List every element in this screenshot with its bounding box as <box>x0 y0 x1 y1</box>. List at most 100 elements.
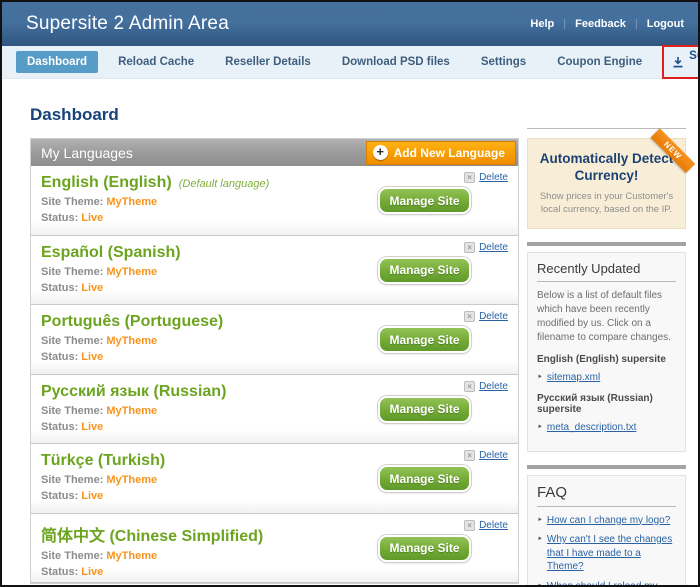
site-theme-value: MyTheme <box>106 335 157 347</box>
tab-download-psd-files[interactable]: Download PSD files <box>331 51 461 73</box>
faq-title: FAQ <box>537 484 676 507</box>
recently-updated-groups: English (English) supersite‣sitemap.xmlР… <box>537 354 676 435</box>
header-link-help[interactable]: Help <box>530 18 554 30</box>
manage-site-button[interactable]: Manage Site <box>378 326 471 353</box>
tab-dashboard[interactable]: Dashboard <box>16 51 98 73</box>
admin-page: Supersite 2 Admin Area Help|Feedback|Log… <box>0 0 700 587</box>
site-theme-label: Site Theme: <box>41 266 103 278</box>
tab-reload-cache[interactable]: Reload Cache <box>107 51 205 73</box>
site-theme-label: Site Theme: <box>41 474 103 486</box>
my-languages-header: My Languages + Add New Language <box>31 138 518 166</box>
language-name: Русский язык (Russian) <box>41 383 226 400</box>
site-theme-value: MyTheme <box>106 266 157 278</box>
promo-body: Show prices in your Customer's local cur… <box>536 190 677 217</box>
my-languages-title: My Languages <box>41 145 133 161</box>
file-group-heading: English (English) supersite <box>537 354 676 365</box>
status-value: Live <box>81 566 103 578</box>
language-row: 简体中文 (Chinese Simplified) Site Theme:MyT… <box>31 514 518 584</box>
site-theme-value: MyTheme <box>106 474 157 486</box>
delete-x-icon: × <box>464 242 475 253</box>
link-row: ‣ sitemap.xml <box>537 371 676 385</box>
file-link[interactable]: meta_description.txt <box>547 421 637 435</box>
language-row: Español (Spanish) Site Theme:MyTheme Sta… <box>31 236 518 306</box>
divider <box>527 465 686 469</box>
status-value: Live <box>81 421 103 433</box>
plus-icon: + <box>373 145 388 160</box>
site-theme-value: MyTheme <box>106 196 157 208</box>
tab-coupon-engine[interactable]: Coupon Engine <box>546 51 653 73</box>
status-label: Status: <box>41 212 78 224</box>
delete-x-icon: × <box>464 172 475 183</box>
sidebar: NEW Automatically Detect Currency! Show … <box>527 128 686 587</box>
delete-link[interactable]: × Delete <box>464 172 508 183</box>
add-new-language-button[interactable]: + Add New Language <box>366 141 516 165</box>
delete-label: Delete <box>479 450 508 461</box>
delete-label: Delete <box>479 520 508 531</box>
status-value: Live <box>81 351 103 363</box>
arrow-bullet-icon: ‣ <box>537 514 543 528</box>
supersite1-files-button[interactable]: SuperSite 1 Files <box>662 45 700 79</box>
status-value: Live <box>81 212 103 224</box>
site-theme-label: Site Theme: <box>41 550 103 562</box>
delete-label: Delete <box>479 172 508 183</box>
site-theme-label: Site Theme: <box>41 196 103 208</box>
header-link-logout[interactable]: Logout <box>647 18 684 30</box>
manage-site-button[interactable]: Manage Site <box>378 465 471 492</box>
delete-link[interactable]: × Delete <box>464 242 508 253</box>
main-nav: Dashboard Reload Cache Reseller Details Dow… <box>2 46 698 79</box>
site-theme-label: Site Theme: <box>41 405 103 417</box>
divider <box>527 242 686 246</box>
faq-link[interactable]: When should I reload my supersite Cache? <box>547 580 676 587</box>
recently-updated-description: Below is a list of default files which h… <box>537 289 676 344</box>
delete-x-icon: × <box>464 520 475 531</box>
page-title: Dashboard <box>30 105 686 125</box>
language-row: Türkçe (Turkish) Site Theme:MyTheme Stat… <box>31 444 518 514</box>
tab-reseller-details[interactable]: Reseller Details <box>214 51 322 73</box>
faq-links: ‣How can I change my logo?‣Why can't I s… <box>537 514 676 587</box>
download-icon <box>672 56 684 68</box>
separator: | <box>563 18 566 30</box>
manage-site-button[interactable]: Manage Site <box>378 535 471 562</box>
status-label: Status: <box>41 282 78 294</box>
language-name: Português (Portuguese) <box>41 313 223 330</box>
faq-link[interactable]: Why can't I see the changes that I have … <box>547 533 676 574</box>
link-row: ‣When should I reload my supersite Cache… <box>537 580 676 587</box>
delete-link[interactable]: × Delete <box>464 381 508 392</box>
delete-link[interactable]: × Delete <box>464 450 508 461</box>
language-row: Русский язык (Russian) Site Theme:MyThem… <box>31 375 518 445</box>
language-name: English (English) <box>41 174 172 191</box>
manage-site-button[interactable]: Manage Site <box>378 187 471 214</box>
language-note: (Default language) <box>176 178 270 190</box>
language-row: Português (Portuguese) Site Theme:MyThem… <box>31 305 518 375</box>
header-links: Help|Feedback|Logout <box>530 18 684 30</box>
delete-x-icon: × <box>464 381 475 392</box>
manage-site-button[interactable]: Manage Site <box>378 257 471 284</box>
promo-title: Automatically Detect Currency! <box>536 151 677 185</box>
link-row: ‣meta_description.txt <box>537 421 676 435</box>
language-row: English (English) (Default language) Sit… <box>31 166 518 236</box>
faq-section: FAQ ‣How can I change my logo?‣Why can't… <box>527 475 686 587</box>
app-header: Supersite 2 Admin Area Help|Feedback|Log… <box>2 2 698 46</box>
language-rows: English (English) (Default language) Sit… <box>31 166 518 583</box>
arrow-bullet-icon: ‣ <box>537 533 543 574</box>
recently-updated-section: Recently Updated Below is a list of defa… <box>527 252 686 451</box>
status-label: Status: <box>41 490 78 502</box>
tab-settings[interactable]: Settings <box>470 51 537 73</box>
status-value: Live <box>81 490 103 502</box>
faq-link[interactable]: How can I change my logo? <box>547 514 670 528</box>
delete-x-icon: × <box>464 311 475 322</box>
app-title: Supersite 2 Admin Area <box>26 13 229 35</box>
manage-site-button[interactable]: Manage Site <box>378 396 471 423</box>
file-link[interactable]: sitemap.xml <box>547 371 600 385</box>
delete-link[interactable]: × Delete <box>464 311 508 322</box>
language-name: 简体中文 (Chinese Simplified) <box>41 528 263 545</box>
arrow-bullet-icon: ‣ <box>537 371 543 385</box>
link-row: ‣Why can't I see the changes that I have… <box>537 533 676 574</box>
language-name: Türkçe (Turkish) <box>41 452 165 469</box>
delete-link[interactable]: × Delete <box>464 520 508 531</box>
header-link-feedback[interactable]: Feedback <box>575 18 626 30</box>
currency-promo-box[interactable]: NEW Automatically Detect Currency! Show … <box>527 138 686 229</box>
status-label: Status: <box>41 566 78 578</box>
delete-label: Delete <box>479 381 508 392</box>
site-theme-value: MyTheme <box>106 405 157 417</box>
